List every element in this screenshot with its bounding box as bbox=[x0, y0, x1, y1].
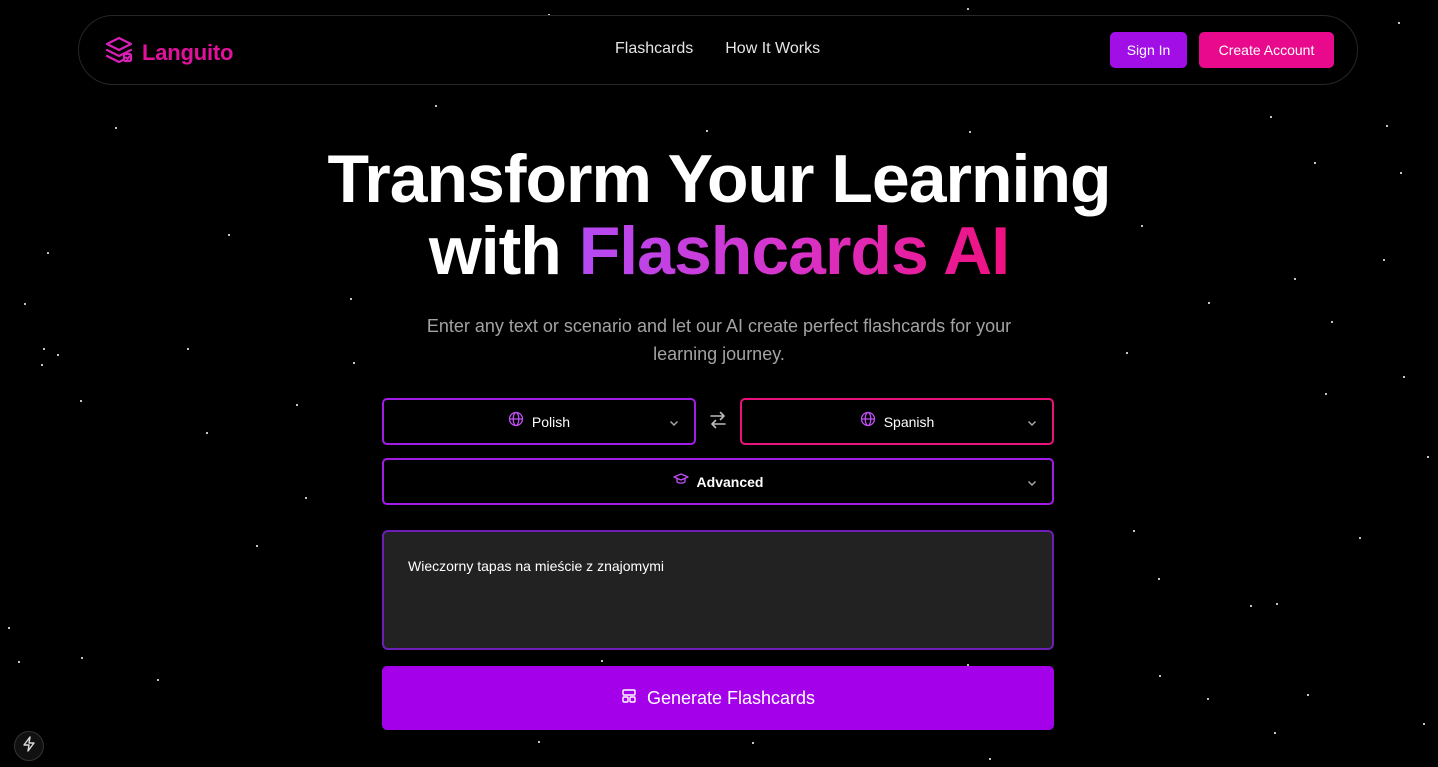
star bbox=[1331, 321, 1333, 323]
star bbox=[8, 627, 10, 629]
swap-languages-button[interactable] bbox=[706, 411, 730, 433]
globe-icon bbox=[860, 411, 876, 432]
hero-title-prefix: with bbox=[428, 213, 562, 289]
target-language-select[interactable]: Spanish bbox=[740, 398, 1054, 445]
sign-in-button[interactable]: Sign In bbox=[1110, 32, 1187, 68]
level-select[interactable]: Advanced bbox=[382, 458, 1054, 505]
star bbox=[296, 404, 298, 406]
star bbox=[24, 303, 26, 305]
graduation-cap-icon bbox=[672, 472, 689, 491]
chevron-down-icon bbox=[1026, 416, 1038, 434]
nav-links: Flashcards How It Works bbox=[615, 40, 820, 58]
star bbox=[1307, 694, 1309, 696]
hero-title-line1: Transform Your Learning bbox=[327, 141, 1111, 217]
star bbox=[538, 741, 540, 743]
brand-name: Languito bbox=[142, 39, 234, 65]
star bbox=[256, 545, 258, 547]
star bbox=[187, 348, 189, 350]
globe-icon bbox=[508, 411, 524, 432]
layers-icon bbox=[104, 35, 134, 70]
star bbox=[1250, 605, 1252, 607]
star bbox=[706, 130, 708, 132]
dev-tools-badge[interactable] bbox=[14, 731, 44, 761]
star bbox=[1423, 723, 1425, 725]
swap-arrows-icon bbox=[708, 411, 728, 434]
star bbox=[157, 679, 159, 681]
source-language-select[interactable]: Polish bbox=[382, 398, 696, 445]
star bbox=[1270, 116, 1272, 118]
nav-link-flashcards[interactable]: Flashcards bbox=[615, 40, 693, 58]
lightning-icon bbox=[22, 735, 36, 757]
star bbox=[1403, 376, 1405, 378]
star bbox=[350, 298, 352, 300]
level-value: Advanced bbox=[696, 473, 764, 490]
star bbox=[1159, 675, 1161, 677]
star bbox=[81, 657, 83, 659]
brand-logo[interactable]: Languito bbox=[104, 35, 233, 70]
scenario-text-input[interactable]: Wieczorny tapas na mieście z znajomymi bbox=[382, 530, 1054, 650]
layout-icon bbox=[621, 688, 637, 709]
star bbox=[1158, 578, 1160, 580]
star bbox=[1208, 302, 1210, 304]
star bbox=[601, 660, 603, 662]
star bbox=[989, 758, 991, 760]
star bbox=[43, 348, 45, 350]
chevron-down-icon bbox=[1026, 476, 1038, 494]
star bbox=[1398, 22, 1400, 24]
top-navbar: Languito Flashcards How It Works Sign In… bbox=[78, 15, 1358, 85]
star bbox=[1386, 125, 1388, 127]
chevron-down-icon bbox=[668, 416, 680, 434]
star bbox=[18, 661, 20, 663]
star bbox=[1133, 530, 1135, 532]
hero-subtitle: Enter any text or scenario and let our A… bbox=[426, 316, 1012, 364]
star bbox=[1274, 732, 1276, 734]
star bbox=[206, 432, 208, 434]
star bbox=[1126, 352, 1128, 354]
star bbox=[305, 497, 307, 499]
star bbox=[353, 362, 355, 364]
nav-link-how-it-works[interactable]: How It Works bbox=[725, 40, 820, 58]
starfield-background bbox=[0, 0, 1438, 767]
star bbox=[57, 354, 59, 356]
star bbox=[1325, 393, 1327, 395]
source-language-value: Polish bbox=[531, 413, 571, 430]
generate-label: Generate Flashcards bbox=[646, 687, 816, 708]
star bbox=[1359, 537, 1361, 539]
star bbox=[967, 8, 969, 10]
star bbox=[1207, 698, 1209, 700]
star bbox=[435, 105, 437, 107]
star bbox=[1276, 603, 1278, 605]
star bbox=[1427, 456, 1429, 458]
star bbox=[969, 131, 971, 133]
star bbox=[752, 742, 754, 744]
create-account-button[interactable]: Create Account bbox=[1199, 32, 1334, 68]
hero-title-highlight: Flashcards AI bbox=[578, 213, 1010, 289]
star bbox=[41, 364, 43, 366]
target-language-value: Spanish bbox=[883, 413, 935, 430]
star bbox=[115, 127, 117, 129]
star bbox=[80, 400, 82, 402]
hero-title: Transform Your Learning with Flashcards … bbox=[0, 143, 1438, 287]
generate-flashcards-button[interactable]: Generate Flashcards bbox=[382, 666, 1054, 730]
